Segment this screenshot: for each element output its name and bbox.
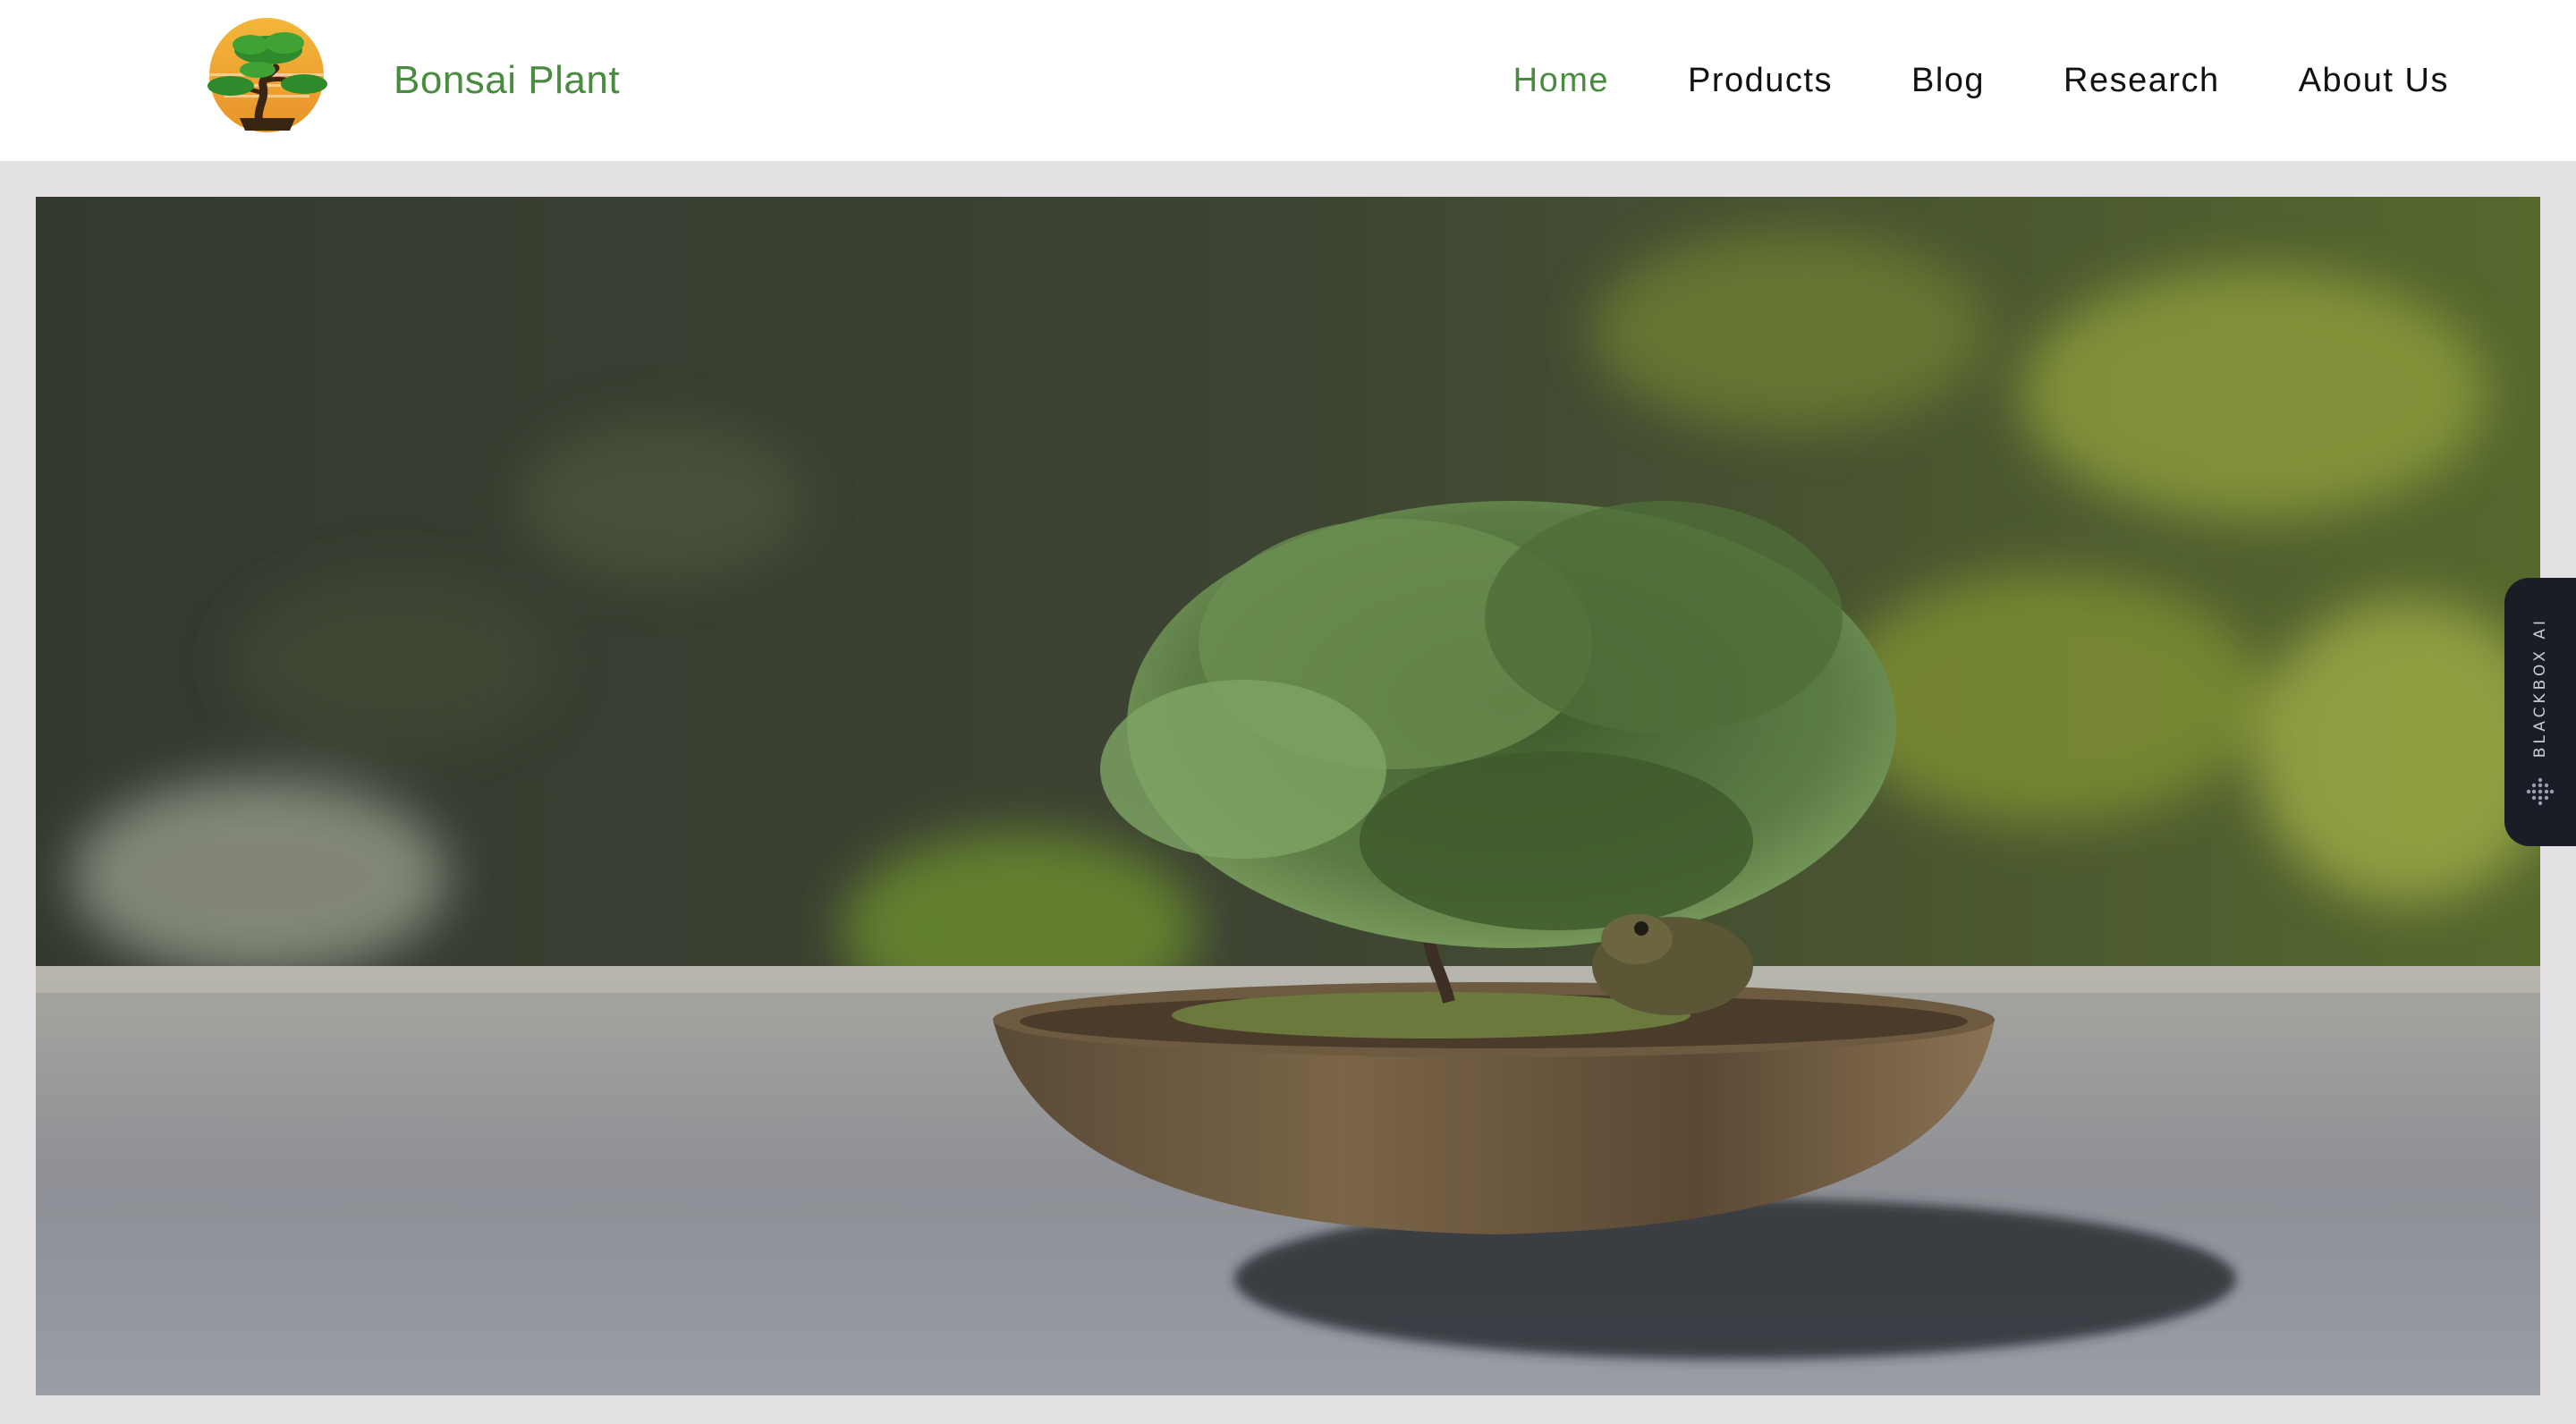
top-navbar: Bonsai Plant Home Products Blog Research… <box>0 0 2576 161</box>
nav-item-about-us[interactable]: About Us <box>2299 54 2449 107</box>
hero-image <box>36 197 2540 1395</box>
nav-item-products[interactable]: Products <box>1688 54 1833 107</box>
brand-name[interactable]: Bonsai Plant <box>394 54 620 107</box>
bonsai-logo-icon[interactable] <box>204 18 331 134</box>
nav-item-blog[interactable]: Blog <box>1911 54 1985 107</box>
side-tab-label: BLACKBOX AI <box>2531 617 2549 759</box>
dot-grid-icon <box>2525 776 2555 807</box>
nav-item-research[interactable]: Research <box>2063 54 2220 107</box>
nav-item-home[interactable]: Home <box>1513 54 1609 107</box>
main-nav: Home Products Blog Research About Us <box>1513 54 2449 107</box>
blackbox-ai-side-tab[interactable]: BLACKBOX AI <box>2504 578 2576 846</box>
